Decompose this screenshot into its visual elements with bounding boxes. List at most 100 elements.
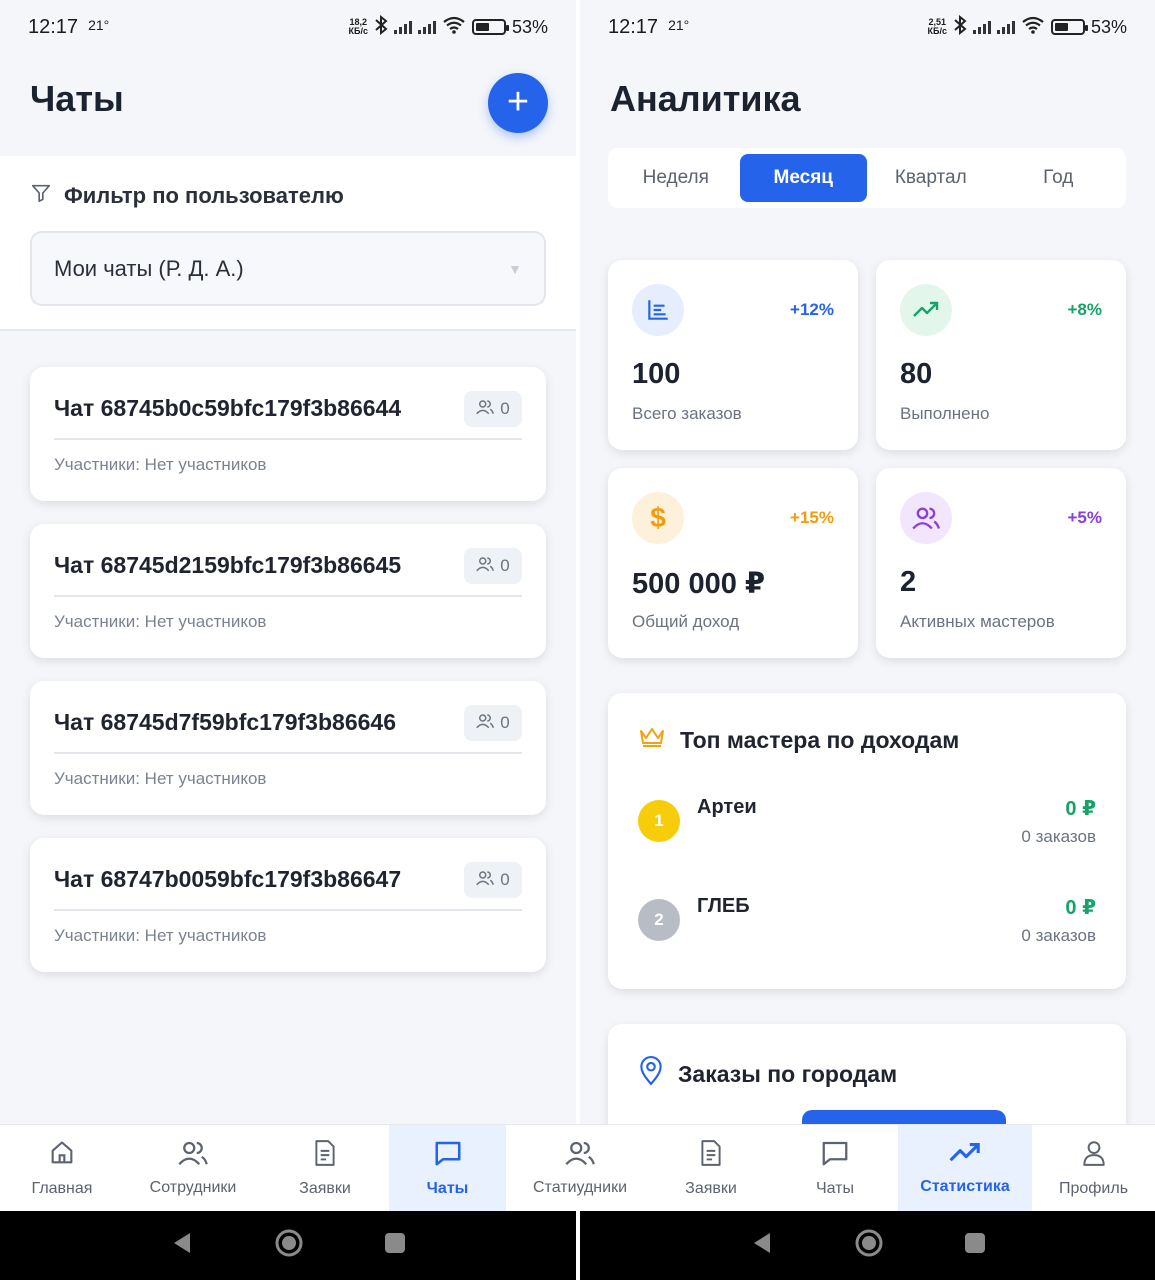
stat-value: 2	[900, 566, 917, 598]
nav-home[interactable]: Главная	[0, 1125, 124, 1212]
home-icon	[48, 1139, 76, 1172]
stat-delta: +15%	[790, 508, 834, 527]
nav-requests[interactable]: Заявки	[650, 1125, 772, 1212]
users-icon	[476, 713, 495, 734]
master-orders: 0 заказов	[1021, 827, 1096, 846]
tab-year[interactable]: Год	[995, 154, 1123, 202]
stat-card-completed: +8% 80 Выполнено	[876, 260, 1126, 450]
users-icon	[476, 399, 495, 420]
period-selector: Неделя Месяц Квартал Год	[608, 148, 1126, 208]
participants-count: 0	[500, 399, 510, 418]
stat-value: 80	[900, 358, 933, 390]
participants-badge: 0	[464, 391, 522, 427]
chat-icon	[820, 1139, 850, 1172]
stat-delta: +12%	[790, 300, 834, 319]
participants-count: 0	[500, 870, 510, 889]
tab-week[interactable]: Неделя	[612, 154, 740, 202]
participants-badge: 0	[464, 862, 522, 898]
chat-card[interactable]: Чат 68745d2159bfc179f3b86645 0 Участники…	[30, 524, 546, 658]
chat-name: Чат 68747b0059bfc179f3b86647	[54, 866, 402, 892]
nav-profile[interactable]: Профиль	[1032, 1125, 1155, 1212]
chat-card[interactable]: Чат 68747b0059bfc179f3b86647 0 Участники…	[30, 838, 546, 972]
add-chat-button[interactable]: +	[488, 73, 548, 133]
tab-quarter[interactable]: Квартал	[867, 154, 995, 202]
battery-icon	[471, 19, 509, 35]
profile-icon	[1081, 1139, 1107, 1172]
nav-chats[interactable]: Чаты	[772, 1125, 898, 1212]
nav-employees-partial[interactable]: Стати​удники	[510, 1125, 650, 1212]
back-icon[interactable]	[750, 1230, 774, 1261]
battery-percent: 53%	[1090, 16, 1127, 37]
participants-badge: 0	[464, 705, 522, 741]
network-speed: 2,51 КБ/с	[927, 17, 947, 36]
recents-icon[interactable]	[964, 1232, 986, 1259]
document-icon	[312, 1139, 338, 1172]
bluetooth-icon	[374, 14, 388, 40]
stat-card-total-orders: +12% 100 Всего заказов	[608, 260, 858, 450]
signal-icon	[393, 20, 412, 34]
users-icon	[565, 1140, 595, 1171]
home-circle-icon[interactable]	[854, 1228, 884, 1263]
dollar-icon: $	[632, 492, 684, 544]
nav-label: Статистика	[920, 1178, 1010, 1195]
battery-icon	[1050, 19, 1088, 35]
stat-card-active-masters: +5% 2 Активных мастеров	[876, 468, 1126, 658]
tab-month[interactable]: Месяц	[739, 154, 867, 202]
stat-delta: +8%	[1067, 300, 1103, 319]
crown-icon	[638, 725, 666, 755]
chat-members: Участники: Нет участников	[54, 455, 267, 474]
chat-card[interactable]: Чат 68745d7f59bfc179f3b86646 0 Участники…	[30, 681, 546, 815]
status-temperature: 21°	[88, 17, 110, 33]
card-divider	[54, 909, 522, 911]
status-bar: 12:17 21° 18,2 КБ/с 53%	[0, 0, 576, 54]
network-speed: 18,2 КБ/с	[348, 17, 368, 36]
stat-delta: +5%	[1067, 508, 1103, 527]
nav-statistics[interactable]: Статистика	[898, 1125, 1032, 1212]
signal-icon	[972, 20, 991, 34]
participants-badge: 0	[464, 548, 522, 584]
card-divider	[54, 595, 522, 597]
nav-label: Чаты	[815, 1180, 855, 1197]
home-circle-icon[interactable]	[274, 1228, 304, 1263]
master-name: Артеи	[697, 796, 757, 818]
users-icon	[900, 492, 952, 544]
nav-label: Чаты	[426, 1180, 469, 1197]
wifi-icon	[1021, 16, 1045, 39]
nav-employees[interactable]: Сотрудники	[124, 1125, 262, 1212]
wifi-icon	[442, 16, 466, 39]
document-icon	[698, 1139, 724, 1172]
users-icon	[178, 1140, 208, 1171]
chat-name: Чат 68745b0c59bfc179f3b86644	[54, 395, 402, 421]
master-name: ГЛЕБ	[697, 895, 750, 917]
nav-requests[interactable]: Заявки	[262, 1125, 388, 1212]
chat-card[interactable]: Чат 68745b0c59bfc179f3b86644 0 Участники…	[30, 367, 546, 501]
analytics-screen: 12:17 21° 2,51 КБ/с 53% Аналитика Неделя …	[580, 0, 1155, 1280]
top-masters-title: Топ мастера по доходам	[680, 726, 960, 753]
nav-label: Заявки	[299, 1180, 351, 1197]
stat-label: Активных мастеров	[900, 612, 1055, 631]
user-filter-select[interactable]: Мои чаты (Р. Д. А.) ▼	[30, 231, 546, 306]
stat-label: Общий доход	[632, 612, 740, 631]
recents-icon[interactable]	[384, 1232, 406, 1259]
nav-label: Профиль	[1058, 1180, 1129, 1197]
rank-badge: 1	[638, 800, 680, 842]
chat-members: Участники: Нет участников	[54, 926, 267, 945]
top-masters-panel: Топ мастера по доходам 1 Артеи 0 ₽ 0 зак…	[608, 693, 1126, 989]
nav-label: Сотрудники	[149, 1179, 237, 1196]
nav-chats[interactable]: Чаты	[389, 1125, 506, 1212]
signal-icon-2	[417, 20, 436, 34]
chat-icon	[433, 1139, 463, 1172]
card-divider	[54, 752, 522, 754]
trending-up-icon	[948, 1141, 982, 1170]
chat-name: Чат 68745d2159bfc179f3b86645	[54, 552, 402, 578]
back-icon[interactable]	[170, 1230, 194, 1261]
bottom-navigation: Главная Сотрудники Заявки Чаты Стати​удн…	[0, 1124, 1155, 1212]
chats-screen: 12:17 21° 18,2 КБ/с 53% Чаты + Фильтр по …	[0, 0, 576, 1280]
status-bar: 12:17 21° 2,51 КБ/с 53%	[580, 0, 1155, 54]
status-time: 12:17	[608, 15, 659, 38]
location-pin-icon	[638, 1056, 664, 1092]
bluetooth-icon	[953, 14, 967, 40]
battery-percent: 53%	[511, 16, 548, 37]
page-title: Аналитика	[610, 78, 801, 119]
stat-value: 500 000 ₽	[632, 568, 766, 600]
